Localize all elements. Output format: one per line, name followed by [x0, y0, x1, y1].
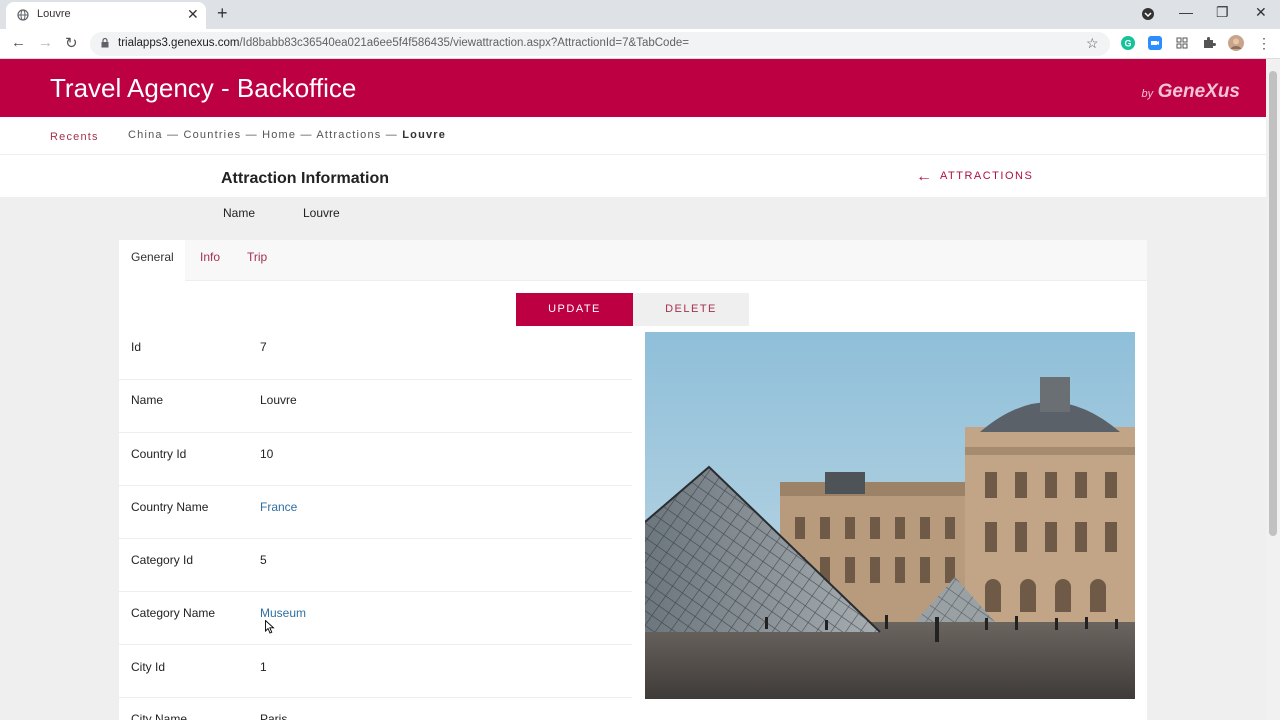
attr-value: Louvre — [260, 393, 297, 407]
tab-general[interactable]: General — [119, 240, 185, 281]
attr-row-city-name: City Name Paris — [119, 698, 632, 720]
forward-icon[interactable]: → — [38, 34, 53, 51]
attr-label: Category Id — [131, 553, 194, 567]
attr-row-country-name: Country Name France — [119, 486, 632, 539]
browser-menu-icon[interactable]: ⋮ — [1257, 35, 1271, 52]
update-button[interactable]: UPDATE — [516, 293, 633, 326]
tabs-bar: General Info Trip — [119, 240, 1147, 281]
tab-info[interactable]: Info — [200, 240, 220, 281]
attr-value: 10 — [260, 447, 274, 461]
browser-tab[interactable]: Louvre ✕ — [6, 2, 206, 29]
attr-row-name: Name Louvre — [119, 380, 632, 433]
browser-toolbar: ← → ↻ trialapps3.genexus.com/Id8babb83c3… — [0, 29, 1280, 59]
category-name-link[interactable]: Museum — [260, 606, 306, 620]
attr-row-id: Id 7 — [119, 327, 632, 380]
minimize-icon[interactable]: — — [1179, 4, 1193, 20]
back-to-attractions-link[interactable]: ← ATTRACTIONS — [916, 168, 1033, 186]
attr-row-category-name: Category Name Museum — [119, 592, 632, 645]
browser-tab-title: Louvre — [37, 8, 71, 20]
breadcrumb-item-countries[interactable]: Countries — [183, 129, 241, 141]
arrow-left-icon: ← — [916, 168, 932, 185]
zoom-extension-icon[interactable] — [1148, 36, 1162, 50]
attr-value: 7 — [260, 340, 267, 354]
page-scrollbar[interactable] — [1266, 59, 1280, 720]
genexus-logo: by GeneXus — [1141, 81, 1240, 102]
grid-extension-icon[interactable] — [1175, 36, 1189, 50]
breadcrumb: China — Countries — Home — Attractions —… — [128, 129, 447, 141]
attr-label: Name — [131, 393, 164, 407]
url-text: trialapps3.genexus.com/Id8babb83c36540ea… — [118, 37, 689, 49]
attr-label: Country Name — [131, 500, 209, 514]
breadcrumb-bar: Recents China — Countries — Home — Attra… — [0, 117, 1266, 155]
back-link-label: ATTRACTIONS — [940, 170, 1034, 182]
attr-label: Id — [131, 340, 142, 354]
recents-link[interactable]: Recents — [50, 131, 99, 143]
attr-label: City Id — [131, 660, 166, 674]
delete-button[interactable]: DELETE — [633, 293, 749, 326]
browser-tab-strip: Louvre ✕ + — ❐ ✕ — [0, 0, 1280, 29]
attr-value: 5 — [260, 553, 267, 567]
grammarly-icon[interactable]: G — [1121, 36, 1135, 50]
lock-icon — [101, 38, 109, 48]
reload-icon[interactable]: ↻ — [65, 34, 78, 52]
profile-menu-icon[interactable] — [1141, 7, 1155, 21]
breadcrumb-item-china[interactable]: China — [128, 129, 163, 141]
app-header: Travel Agency - Backoffice by GeneXus — [0, 59, 1266, 117]
back-icon[interactable]: ← — [11, 34, 26, 51]
attr-label: Category Name — [131, 606, 216, 620]
page-title: Attraction Information — [221, 170, 389, 187]
breadcrumb-item-home[interactable]: Home — [262, 129, 296, 141]
attr-row-category-id: Category Id 5 — [119, 539, 632, 592]
attraction-card: General Info Trip UPDATE DELETE Id 7 Nam… — [119, 240, 1147, 720]
address-bar[interactable]: trialapps3.genexus.com/Id8babb83c36540ea… — [90, 32, 1110, 56]
mouse-cursor-icon — [265, 620, 275, 634]
attraction-photo — [645, 332, 1135, 699]
breadcrumb-item-louvre: Louvre — [402, 129, 447, 141]
summary-name-value: Louvre — [303, 206, 340, 220]
globe-icon — [17, 9, 29, 21]
tab-trip[interactable]: Trip — [247, 240, 267, 281]
attr-row-country-id: Country Id 10 — [119, 433, 632, 486]
close-tab-icon[interactable]: ✕ — [187, 6, 199, 23]
attr-value: 1 — [260, 660, 267, 674]
bookmark-star-icon[interactable]: ☆ — [1086, 35, 1099, 52]
country-name-link[interactable]: France — [260, 500, 297, 514]
attr-label: City Name — [131, 712, 188, 720]
restore-icon[interactable]: ❐ — [1216, 4, 1229, 21]
attr-row-city-id: City Id 1 — [119, 645, 632, 698]
svg-text:G: G — [1124, 39, 1131, 49]
close-window-icon[interactable]: ✕ — [1255, 4, 1267, 21]
avatar[interactable] — [1228, 35, 1244, 51]
summary-name-label: Name — [223, 206, 256, 220]
new-tab-icon[interactable]: + — [217, 3, 228, 24]
attr-label: Country Id — [131, 447, 187, 461]
breadcrumb-item-attractions[interactable]: Attractions — [316, 129, 381, 141]
attr-value: Paris — [260, 712, 288, 720]
scrollbar-thumb[interactable] — [1269, 71, 1277, 536]
puzzle-extensions-icon[interactable] — [1202, 36, 1216, 50]
title-bar: Attraction Information ← ATTRACTIONS — [0, 155, 1266, 197]
app-title: Travel Agency - Backoffice — [50, 73, 357, 103]
